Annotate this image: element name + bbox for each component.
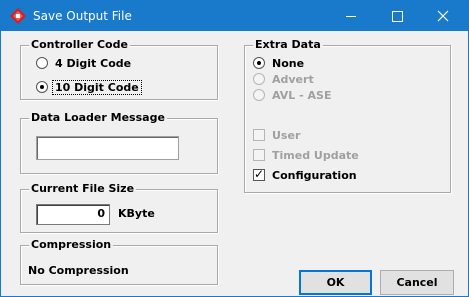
close-button[interactable] xyxy=(420,1,466,31)
compression-title: Compression xyxy=(29,238,114,252)
data-loader-title: Data Loader Message xyxy=(29,111,167,125)
compression-group: Compression No Compression xyxy=(20,238,218,285)
compression-value: No Compression xyxy=(28,264,129,277)
check-configuration[interactable]: ✓ Configuration xyxy=(253,167,357,183)
radio-circle[interactable] xyxy=(36,57,48,69)
cancel-button[interactable]: Cancel xyxy=(380,270,454,295)
checkbox-box[interactable]: ✓ xyxy=(253,167,265,181)
radio-10-digit[interactable]: 10 Digit Code xyxy=(36,79,142,95)
controller-code-group: Controller Code 4 Digit Code 10 Digit Co… xyxy=(20,38,218,100)
radio-circle[interactable] xyxy=(36,81,48,93)
minimize-icon xyxy=(346,16,356,17)
data-loader-group: Data Loader Message xyxy=(20,111,218,174)
minimize-button[interactable] xyxy=(328,1,374,31)
radio-advert-label: Advert xyxy=(272,72,314,86)
extra-data-title: Extra Data xyxy=(253,38,323,52)
file-size-field: 0 xyxy=(36,204,110,225)
maximize-button[interactable] xyxy=(374,1,420,31)
checkbox-box[interactable] xyxy=(253,149,265,161)
title-bar[interactable]: Save Output File xyxy=(1,1,468,31)
check-configuration-label: Configuration xyxy=(272,168,357,182)
file-size-group: Current File Size 0 KByte xyxy=(20,182,218,233)
controller-code-title: Controller Code xyxy=(29,38,130,52)
radio-advert[interactable]: Advert xyxy=(253,71,314,87)
app-diamond-icon xyxy=(10,8,26,24)
radio-avl-ase-label: AVL - ASE xyxy=(272,88,332,102)
file-size-title: Current File Size xyxy=(29,182,137,196)
radio-4-digit-label: 4 Digit Code xyxy=(55,56,132,70)
check-user-label: User xyxy=(272,128,301,142)
close-icon xyxy=(437,10,449,22)
radio-4-digit[interactable]: 4 Digit Code xyxy=(36,55,131,71)
checkbox-box[interactable] xyxy=(253,129,265,141)
radio-circle[interactable] xyxy=(253,57,265,69)
radio-avl-ase[interactable]: AVL - ASE xyxy=(253,87,331,103)
maximize-icon xyxy=(392,11,403,22)
radio-none-label: None xyxy=(272,56,305,70)
extra-data-group: Extra Data None Advert AVL - ASE User Ti… xyxy=(244,38,451,193)
radio-circle[interactable] xyxy=(253,73,265,85)
radio-10-digit-label: 10 Digit Code xyxy=(52,79,142,95)
check-timed-update[interactable]: Timed Update xyxy=(253,147,359,163)
file-size-unit: KByte xyxy=(118,207,155,220)
data-loader-message-input[interactable] xyxy=(36,136,179,160)
radio-circle[interactable] xyxy=(253,89,265,101)
checkmark-icon: ✓ xyxy=(254,167,265,181)
radio-none[interactable]: None xyxy=(253,55,304,71)
window-title: Save Output File xyxy=(33,9,132,23)
save-output-dialog: Save Output File Controller Code 4 Digit… xyxy=(0,0,469,297)
check-timed-update-label: Timed Update xyxy=(272,148,359,162)
check-user[interactable]: User xyxy=(253,127,300,143)
ok-button[interactable]: OK xyxy=(299,270,372,295)
